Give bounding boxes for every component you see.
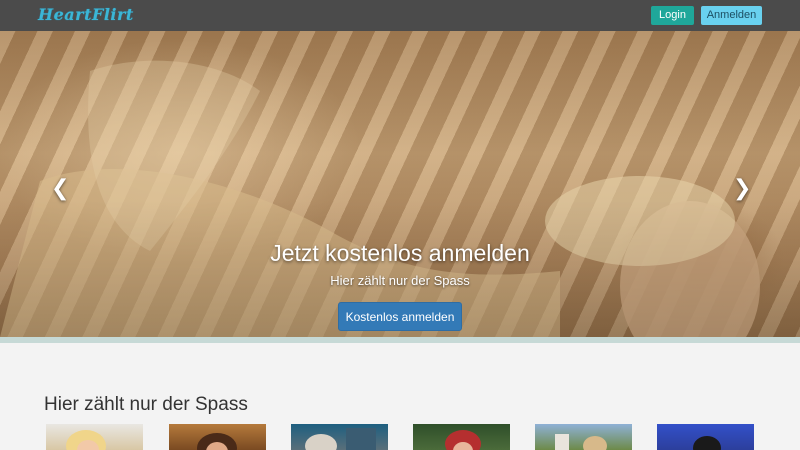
hero-title: Jetzt kostenlos anmelden	[270, 240, 530, 266]
profile-photo	[693, 436, 721, 450]
register-button[interactable]: Anmelden	[701, 6, 762, 25]
carousel-prev-arrow-icon[interactable]: ❮	[51, 177, 69, 199]
hero-subtitle: Hier zählt nur der Spass	[330, 273, 470, 288]
site-logo[interactable]: HeartFlirt	[38, 5, 134, 24]
section-title: Hier zählt nur der Spass	[44, 394, 248, 415]
profile-thumbnail[interactable]	[169, 424, 266, 450]
profile-photo	[197, 433, 237, 450]
profile-photo	[305, 428, 376, 450]
profile-photo	[445, 430, 481, 450]
profile-thumbnail[interactable]	[657, 424, 754, 450]
top-navbar: HeartFlirt Login Anmelden	[0, 0, 800, 31]
profile-thumbnail[interactable]	[291, 424, 388, 450]
profile-thumbnail[interactable]	[535, 424, 632, 450]
login-button[interactable]: Login	[651, 6, 694, 25]
profile-thumbnail[interactable]	[413, 424, 510, 450]
profile-thumbnail[interactable]	[46, 424, 143, 450]
hero-carousel: ❮ ❯ Jetzt kostenlos anmelden Hier zählt …	[0, 31, 800, 337]
register-free-button[interactable]: Kostenlos anmelden	[338, 302, 462, 331]
hero-overlay	[0, 31, 800, 337]
profile-photo	[555, 434, 607, 450]
carousel-next-arrow-icon[interactable]: ❯	[733, 177, 751, 199]
profile-photo	[66, 430, 106, 450]
